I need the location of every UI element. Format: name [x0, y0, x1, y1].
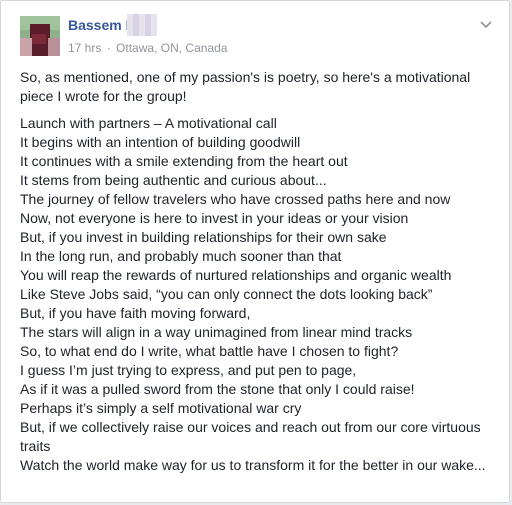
poem-line: The stars will align in a way unimagined…	[20, 324, 413, 340]
post-meta: 17 hrs · Ottawa, ON, Canada	[68, 41, 227, 55]
poem: Launch with partners – A motivational ca…	[20, 114, 498, 475]
author-name[interactable]: Bassem I	[68, 17, 129, 33]
poem-line: You will reap the rewards of nurtured re…	[20, 267, 452, 283]
poem-line: It stems from being authentic and curiou…	[20, 172, 327, 188]
meta-separator: ·	[106, 41, 111, 55]
poem-line: So, to what end do I write, what battle …	[20, 343, 399, 359]
post-card: Bassem I 17 hrs · Ottawa, ON, Canada So,…	[0, 0, 510, 503]
post-options-button[interactable]	[479, 18, 493, 32]
poem-line: Now, not everyone is here to invest in y…	[20, 210, 409, 226]
avatar[interactable]	[20, 16, 60, 56]
poem-line: It continues with a smile extending from…	[20, 153, 348, 169]
poem-line: In the long run, and probably much soone…	[20, 248, 342, 264]
post-location[interactable]: Ottawa, ON, Canada	[116, 41, 227, 55]
chevron-down-icon	[480, 21, 492, 29]
poem-line: But, if we collectively raise our voices…	[20, 419, 481, 454]
poem-line: Like Steve Jobs said, “you can only conn…	[20, 286, 433, 302]
poem-line: Perhaps it’s simply a self motivational …	[20, 400, 302, 416]
post-timestamp[interactable]: 17 hrs	[68, 41, 101, 55]
poem-line: I guess I’m just trying to express, and …	[20, 362, 357, 378]
post-body: So, as mentioned, one of my passion's is…	[20, 68, 498, 475]
poem-line: But, if you invest in building relations…	[20, 229, 387, 245]
poem-line: But, if you have faith moving forward,	[20, 305, 251, 321]
poem-line: The journey of fellow travelers who have…	[20, 191, 451, 207]
name-redaction	[127, 14, 157, 36]
poem-line: As if it was a pulled sword from the sto…	[20, 381, 415, 397]
poem-line: It begins with an intention of building …	[20, 134, 301, 150]
post-intro: So, as mentioned, one of my passion's is…	[20, 69, 471, 104]
poem-line: Launch with partners – A motivational ca…	[20, 115, 277, 131]
poem-line: Watch the world make way for us to trans…	[20, 457, 486, 473]
